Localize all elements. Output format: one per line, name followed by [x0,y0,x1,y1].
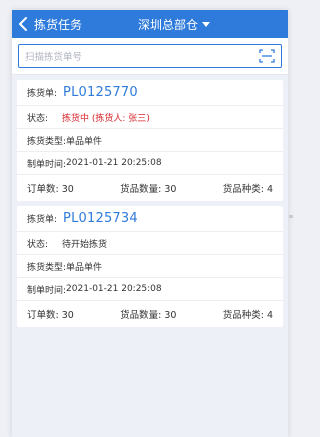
warehouse-label: 深圳总部仓 [138,17,199,32]
scan-input[interactable]: 扫描拣货单号 [18,44,282,68]
created-value: 2021-01-21 20:25:08 [66,158,162,168]
task-no-label: 拣货单: [27,89,58,99]
search-bar: 扫描拣货单号 [12,38,288,75]
task-no-row: 拣货单: PL0125734 [17,206,283,232]
goods-qty: 货品数量: 30 [120,310,177,321]
goods-kinds: 货品种类: 4 [222,184,273,195]
scan-input-placeholder: 扫描拣货单号 [25,52,83,63]
type-row: 拣货类型: 单品单件 [17,255,283,278]
phone-screen: 拣货任务 深圳总部仓 扫描拣货单号 拣货单: PL0125770 状态: 拣货中… [12,10,288,437]
app-frame: 拣货任务 深圳总部仓 扫描拣货单号 拣货单: PL0125770 状态: 拣货中… [0,0,295,437]
created-label: 制单时间: [27,159,67,170]
task-card[interactable]: 拣货单: PL0125770 状态: 拣货中 (拣货人: 张三) 拣货类型: 单… [17,80,283,201]
created-label: 制单时间: [27,285,67,296]
chevron-left-icon [19,17,27,31]
orders-count: 订单数: 30 [27,310,74,321]
status-label: 状态: [27,113,49,124]
task-no: PL0125770 [63,85,138,100]
type-label: 拣货类型: [27,136,67,147]
task-no: PL0125734 [63,211,138,226]
type-value: 单品单件 [66,262,103,273]
status-row: 状态: 拣货中 (拣货人: 张三) [17,106,283,129]
type-label: 拣货类型: [27,262,67,273]
orders-count: 订单数: 30 [27,184,74,195]
warehouse-selector[interactable]: 深圳总部仓 [138,10,211,38]
back-button[interactable] [12,10,34,38]
top-bar: 拣货任务 深圳总部仓 [12,10,288,38]
scroll-edge-marker [289,215,293,218]
created-row: 制单时间: 2021-01-21 20:25:08 [17,278,283,301]
scan-icon[interactable] [259,49,275,63]
type-value: 单品单件 [66,136,103,147]
status-label: 状态: [27,239,49,250]
created-value: 2021-01-21 20:25:08 [66,284,162,294]
goods-kinds: 货品种类: 4 [222,310,273,321]
status-value: 待开始拣货 [62,239,108,250]
summary-row: 订单数: 30 货品数量: 30 货品种类: 4 [17,301,283,327]
caret-down-icon [202,21,211,27]
task-no-label: 拣货单: [27,215,58,225]
status-row: 状态: 待开始拣货 [17,232,283,255]
created-row: 制单时间: 2021-01-21 20:25:08 [17,152,283,175]
status-value: 拣货中 (拣货人: 张三) [62,113,150,124]
type-row: 拣货类型: 单品单件 [17,129,283,152]
summary-row: 订单数: 30 货品数量: 30 货品种类: 4 [17,175,283,201]
goods-qty: 货品数量: 30 [120,184,177,195]
task-card[interactable]: 拣货单: PL0125734 状态: 待开始拣货 拣货类型: 单品单件 制单时间… [17,206,283,327]
page-title: 拣货任务 [34,17,83,32]
task-no-row: 拣货单: PL0125770 [17,80,283,106]
